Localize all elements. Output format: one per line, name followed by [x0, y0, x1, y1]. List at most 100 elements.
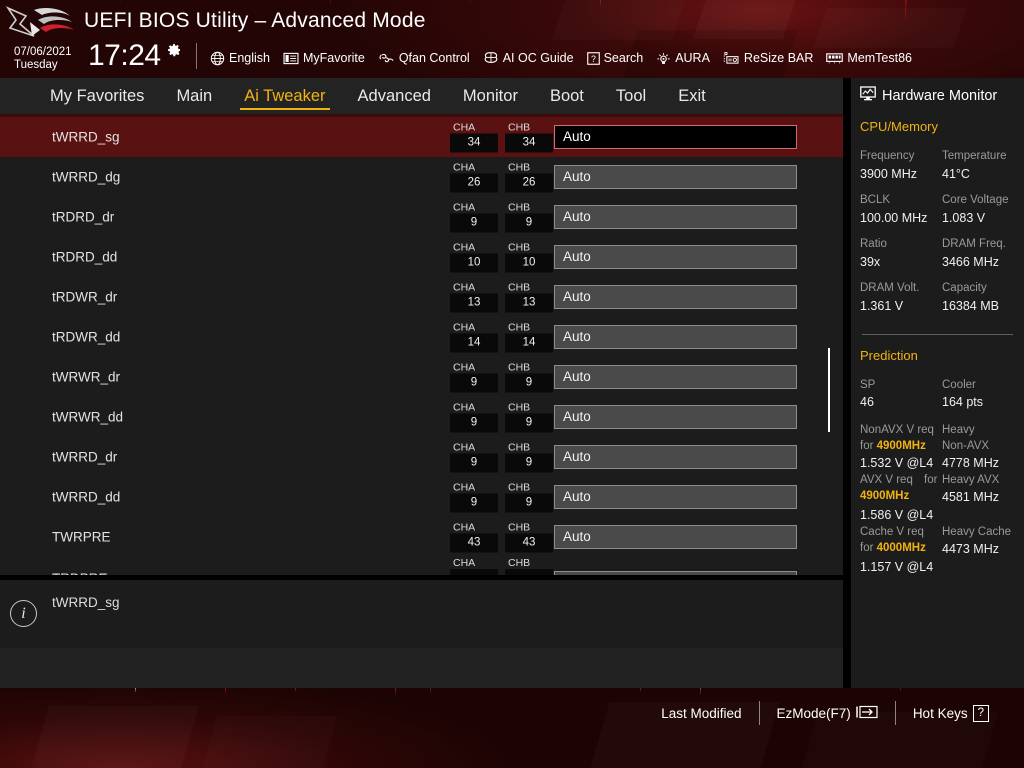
channel-a-header: CHA [450, 402, 498, 414]
row-value-field[interactable]: Auto [554, 245, 797, 269]
row-label: tWRWR_dr [52, 370, 120, 385]
row-label: tWRRD_dg [52, 170, 120, 185]
ezmode-label: EzMode(F7) [777, 706, 851, 721]
channel-a-header: CHA [450, 162, 498, 174]
pred-key-sp: SP [860, 377, 942, 393]
last-modified-button[interactable]: Last Modified [644, 706, 758, 721]
channel-a-cell: CHA9 [450, 442, 498, 473]
row-label: tRDWR_dr [52, 290, 117, 305]
table-row[interactable]: tWRRD_ddCHA9CHB9Auto [0, 477, 843, 517]
channel-b-value [505, 569, 553, 575]
row-value-field[interactable]: Auto [554, 525, 797, 549]
table-row[interactable]: tRDWR_drCHA13CHB13Auto [0, 277, 843, 317]
hardware-monitor-title-text: Hardware Monitor [882, 88, 997, 104]
row-value-field[interactable]: Auto [554, 125, 797, 149]
row-value-field[interactable]: Auto [554, 165, 797, 189]
row-label: tRDRD_dr [52, 210, 114, 225]
row-value-field[interactable]: Auto [554, 205, 797, 229]
table-row[interactable]: tWRRD_drCHA9CHB9Auto [0, 437, 843, 477]
toolbar-item-ai-oc-guide[interactable]: AI OC Guide [483, 51, 574, 65]
toolbar-label-resize-bar: ReSize BAR [744, 51, 813, 65]
nav-item-exit[interactable]: Exit [662, 79, 722, 113]
row-label: tWRRD_sg [52, 130, 120, 145]
channel-a-header: CHA [450, 362, 498, 374]
channel-a-value: 9 [450, 454, 498, 473]
channel-a-header: CHA [450, 557, 498, 569]
hotkeys-button[interactable]: Hot Keys ? [896, 705, 1006, 722]
channel-b-header: CHB [505, 322, 553, 334]
channel-b-value: 34 [505, 134, 553, 153]
nav-item-ai-tweaker[interactable]: Ai Tweaker [228, 79, 341, 113]
channel-a-value: 43 [450, 534, 498, 553]
pred-cache-for: for [860, 542, 873, 554]
hw-key-bclk: BCLK [860, 192, 942, 209]
toolbar-label-search: Search [604, 51, 644, 65]
channel-b-value: 10 [505, 254, 553, 273]
pred-avx-for: for [916, 474, 937, 486]
nav-item-monitor[interactable]: Monitor [447, 79, 534, 113]
nav-item-main[interactable]: Main [160, 79, 228, 113]
table-row[interactable]: tWRWR_ddCHA9CHB9Auto [0, 397, 843, 437]
monitor-icon [860, 86, 876, 105]
table-row[interactable]: tRDWR_ddCHA14CHB14Auto [0, 317, 843, 357]
row-value-field[interactable]: Auto [554, 405, 797, 429]
table-row[interactable]: TRDPRE CHA CHBAuto [0, 557, 843, 575]
toolbar-item-search[interactable]: ? Search [587, 51, 644, 65]
channel-a-value: 9 [450, 494, 498, 513]
channel-b-cell: CHB9 [505, 402, 553, 433]
row-label: TRDPRE [52, 571, 108, 575]
nav-item-boot[interactable]: Boot [534, 79, 600, 113]
table-row[interactable]: TWRPRECHA43CHB43Auto [0, 517, 843, 557]
pred-key-cooler: Cooler [942, 377, 1015, 393]
channel-values: CHA CHB [450, 557, 553, 575]
channel-b-header: CHB [505, 202, 553, 214]
channel-a-header: CHA [450, 482, 498, 494]
scrollbar-thumb[interactable] [828, 348, 830, 432]
row-value-field[interactable]: Auto [554, 285, 797, 309]
table-row[interactable]: tWRWR_drCHA9CHB9Auto [0, 357, 843, 397]
channel-b-header: CHB [505, 162, 553, 174]
row-value-field[interactable]: Auto [554, 571, 797, 575]
pred-avx-label: AVX V req [860, 474, 913, 486]
table-row[interactable]: tRDRD_ddCHA10CHB10Auto [0, 237, 843, 277]
toolbar-item-myfavorite[interactable]: MyFavorite [283, 51, 365, 65]
channel-a-cell: CHA9 [450, 482, 498, 513]
channel-b-header: CHB [505, 482, 553, 494]
nav-item-my-favorites[interactable]: My Favorites [34, 79, 160, 113]
row-value-field[interactable]: Auto [554, 485, 797, 509]
channel-values: CHA10CHB10 [450, 242, 553, 273]
pred-val-nonavx: 1.532 V @L4 [860, 454, 942, 472]
channel-b-header: CHB [505, 362, 553, 374]
pred-cache-blank [942, 558, 1015, 576]
hw-cpu-memory-grid: Frequency Temperature 3900 MHz 41°C BCLK… [860, 148, 1015, 324]
toolbar-item-memtest86[interactable]: MemTest86 [826, 51, 912, 65]
toolbar-item-language[interactable]: English [210, 51, 270, 66]
row-value-field[interactable]: Auto [554, 325, 797, 349]
nav-item-tool[interactable]: Tool [600, 79, 662, 113]
toolbar-item-aura[interactable]: AURA [656, 51, 710, 65]
row-value-field[interactable]: Auto [554, 445, 797, 469]
hotkeys-key-icon: ? [973, 705, 989, 722]
list-scrollbar[interactable] [827, 117, 831, 575]
toolbar-item-resize-bar[interactable]: ReSize BAR [723, 51, 813, 65]
channel-b-header: CHB [505, 557, 553, 569]
clock-text: 17:24 [88, 39, 161, 73]
hardware-monitor-panel: Hardware Monitor CPU/Memory Frequency Te… [851, 78, 1024, 688]
settings-list: tWRRD_sgCHA34CHB34AutotWRRD_dgCHA26CHB26… [0, 117, 843, 575]
last-modified-label: Last Modified [661, 706, 741, 721]
channel-a-header: CHA [450, 122, 498, 134]
table-row[interactable]: tRDRD_drCHA9CHB9Auto [0, 197, 843, 237]
hotkeys-label: Hot Keys [913, 706, 968, 721]
gear-icon[interactable] [166, 42, 182, 58]
row-value-field[interactable]: Auto [554, 365, 797, 389]
table-row[interactable]: tWRRD_sgCHA34CHB34Auto [0, 117, 843, 157]
pred-val-heavy-cache: 4473 MHz [942, 540, 1015, 558]
channel-a-cell: CHA34 [450, 122, 498, 153]
table-row[interactable]: tWRRD_dgCHA26CHB26Auto [0, 157, 843, 197]
pred-val-heavy-nonavx: 4778 MHz [942, 454, 1015, 472]
toolbar-item-qfan-control[interactable]: Qfan Control [378, 51, 470, 65]
channel-a-cell: CHA43 [450, 522, 498, 553]
ezmode-button[interactable]: EzMode(F7) [760, 705, 895, 722]
nav-item-advanced[interactable]: Advanced [342, 79, 447, 113]
resize-bar-icon [723, 52, 740, 65]
